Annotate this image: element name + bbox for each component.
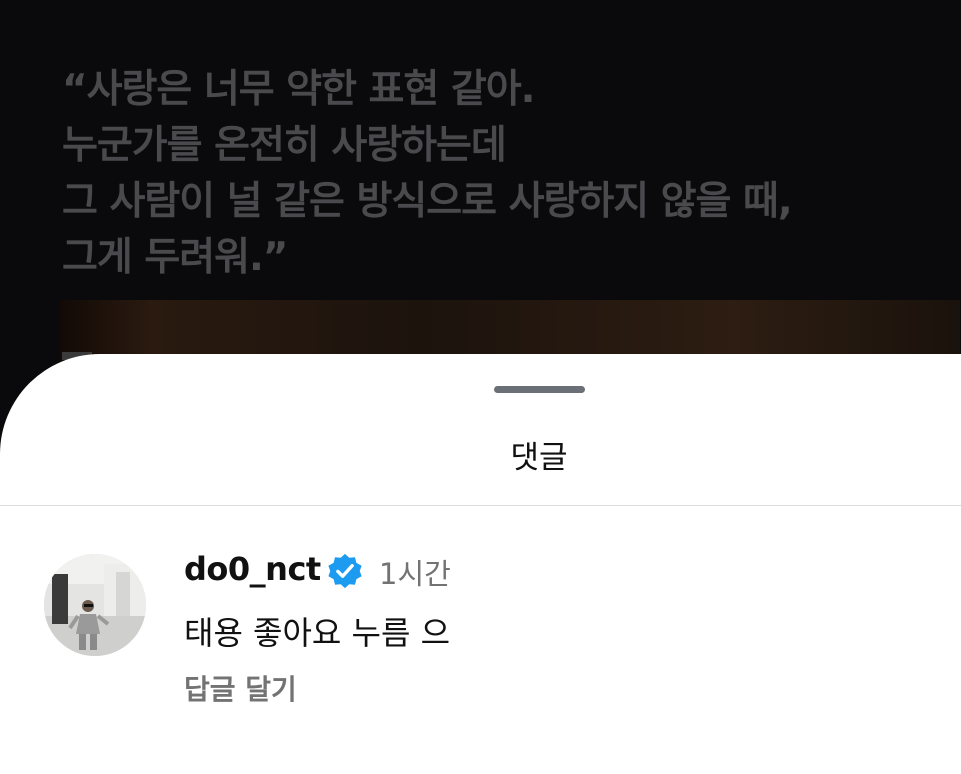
quote-line: 그 사람이 널 같은 방식으로 사랑하지 않을 때, (62, 179, 793, 224)
comments-sheet: 댓글 do0_nct 1시간 태용 좋아요 누름 으 답글 달기 (0, 354, 961, 774)
divider (0, 505, 961, 506)
verified-badge-icon (328, 553, 362, 589)
comment-timestamp: 1시간 (379, 557, 451, 591)
comment-text: 태용 좋아요 누름 으 (184, 614, 451, 652)
sheet-title: 댓글 (510, 440, 568, 476)
quote-line: “사랑은 너무 약한 표현 같아. (62, 67, 535, 112)
quote-line: 누군가를 온전히 사랑하는데 (62, 123, 507, 168)
drag-handle[interactable] (494, 386, 585, 393)
avatar[interactable] (44, 554, 146, 656)
quote-text: “사랑은 너무 약한 표현 같아. 누군가를 온전히 사랑하는데 그 사람이 널… (62, 62, 961, 286)
reply-button[interactable]: 답글 달기 (184, 668, 297, 708)
comment-username[interactable]: do0_nct (184, 550, 321, 588)
avatar-photo (44, 554, 146, 656)
quote-line: 그게 두려워.” (62, 235, 288, 280)
